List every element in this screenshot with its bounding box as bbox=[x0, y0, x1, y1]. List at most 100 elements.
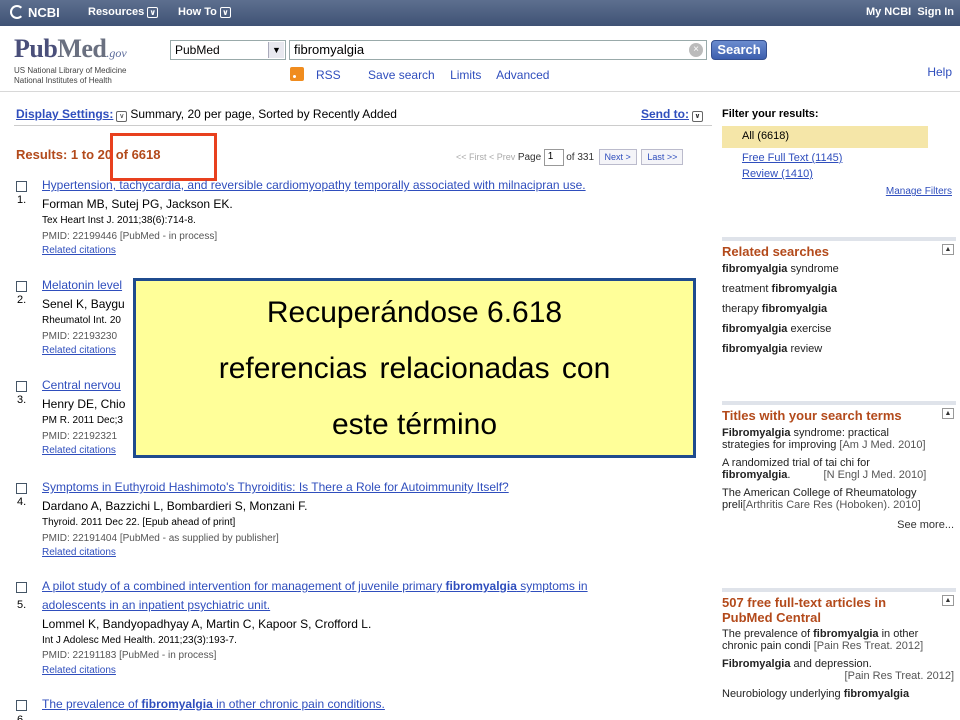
pubmed-logo[interactable]: PubMed.gov US National Library of Medici… bbox=[14, 34, 127, 85]
pmc-item[interactable]: Neurobiology underlying fibromyalgia bbox=[722, 688, 956, 700]
title-highlight: fibromyalgia bbox=[141, 697, 213, 711]
logo-subtitle: US National Library of Medicine National … bbox=[14, 66, 174, 86]
first-page-link: << First bbox=[456, 152, 487, 162]
collapse-icon[interactable]: ▲ bbox=[942, 595, 954, 606]
result-title-link[interactable]: A pilot study of a combined intervention… bbox=[42, 579, 588, 593]
title-text: strategies for improving bbox=[722, 439, 837, 451]
title-text: A randomized trial of tai chi for bbox=[722, 457, 870, 469]
divider bbox=[14, 125, 712, 126]
result-pmid: PMID: 22199446 [PubMed - in process] bbox=[42, 231, 218, 242]
highlight-annotation-box bbox=[110, 133, 217, 181]
result-checkbox[interactable] bbox=[16, 700, 27, 711]
result-authors: Lommel K, Bandyopadhyay A, Martin C, Kap… bbox=[42, 617, 372, 631]
last-page-button[interactable]: Last >> bbox=[641, 149, 684, 165]
result-title-link[interactable]: Symptoms in Euthyroid Hashimoto's Thyroi… bbox=[42, 480, 509, 494]
result-journal: PM R. 2011 Dec;3 bbox=[42, 415, 123, 426]
result-checkbox[interactable] bbox=[16, 483, 27, 494]
page-label: Page bbox=[517, 152, 542, 163]
title-text: in other chronic pain conditions. bbox=[212, 697, 385, 711]
see-more-link[interactable]: See more... bbox=[722, 519, 956, 531]
rss-link[interactable]: RSS bbox=[290, 67, 353, 82]
rss-icon bbox=[290, 67, 304, 81]
account-links: My NCBI Sign In bbox=[866, 6, 954, 18]
related-search-item[interactable]: therapy fibromyalgia bbox=[722, 303, 956, 315]
title-item[interactable]: A randomized trial of tai chi for fibrom… bbox=[722, 457, 956, 481]
result-title-link[interactable]: The prevalence of fibromyalgia in other … bbox=[42, 697, 385, 711]
result-title-link[interactable]: Central nervou bbox=[42, 378, 121, 392]
pmc-highlight: fibromyalgia bbox=[843, 688, 910, 700]
filter-heading: Filter your results: bbox=[722, 108, 819, 120]
save-search-link[interactable]: Save search bbox=[368, 68, 435, 82]
title-highlight: fibromyalgia bbox=[445, 579, 517, 593]
sign-in-link[interactable]: Sign In bbox=[917, 6, 954, 18]
send-to-label: Send to: bbox=[641, 107, 689, 121]
chevron-down-icon[interactable]: ∨ bbox=[116, 111, 128, 122]
logo-pub: Pub bbox=[14, 34, 58, 63]
ncbi-brand-label: NCBI bbox=[28, 5, 60, 20]
result-title-link[interactable]: Hypertension, tachycardia, and reversibl… bbox=[42, 178, 586, 192]
result-checkbox[interactable] bbox=[16, 281, 27, 292]
pmc-item[interactable]: Fibromyalgia and depression. [Pain Res T… bbox=[722, 658, 956, 682]
related-search-item[interactable]: treatment fibromyalgia bbox=[722, 283, 956, 295]
related-citations-link[interactable]: Related citations bbox=[42, 345, 116, 356]
collapse-icon[interactable]: ▲ bbox=[942, 408, 954, 419]
database-select[interactable]: PubMed ▼ bbox=[170, 40, 286, 60]
howto-menu[interactable]: How To ∨ bbox=[178, 6, 231, 18]
pmc-heading: PubMed Central bbox=[722, 610, 821, 625]
related-search-item[interactable]: fibromyalgia review bbox=[722, 343, 956, 355]
next-page-button[interactable]: Next > bbox=[598, 149, 637, 165]
result-title-link[interactable]: Melatonin level bbox=[42, 278, 122, 292]
related-citations-link[interactable]: Related citations bbox=[42, 245, 116, 256]
database-value: PubMed bbox=[175, 43, 220, 57]
logo-gov: .gov bbox=[106, 46, 127, 60]
filter-review[interactable]: Review (1410) bbox=[722, 168, 956, 180]
send-to-menu[interactable]: Send to: ∨ bbox=[641, 107, 706, 122]
related-search-item[interactable]: fibromyalgia exercise bbox=[722, 323, 956, 335]
ncbi-logo[interactable]: NCBI bbox=[10, 5, 60, 20]
result-journal: Tex Heart Inst J. 2011;38(6):714-8. bbox=[42, 215, 196, 226]
related-search-highlight: fibromyalgia bbox=[761, 303, 828, 315]
manage-filters-link[interactable]: Manage Filters bbox=[722, 186, 956, 197]
result-pmid: PMID: 22191183 [PubMed - in process] bbox=[42, 650, 217, 661]
chevron-down-icon: ▼ bbox=[268, 42, 284, 58]
chevron-down-icon: ∨ bbox=[692, 111, 703, 122]
titles-heading: Titles with your search terms bbox=[722, 408, 902, 423]
related-search-item[interactable]: fibromyalgia syndrome bbox=[722, 263, 956, 275]
prev-page-link: < Prev bbox=[489, 152, 516, 162]
advanced-link[interactable]: Advanced bbox=[496, 68, 549, 82]
result-title-link[interactable]: adolescents in an inpatient psychiatric … bbox=[42, 598, 270, 612]
related-citations-link[interactable]: Related citations bbox=[42, 665, 116, 676]
result-pmid: PMID: 22191404 [PubMed - as supplied by … bbox=[42, 533, 279, 544]
page-number-input[interactable]: 1 bbox=[543, 149, 564, 167]
result-number: 3. bbox=[17, 394, 27, 406]
resources-menu[interactable]: Resources ∨ bbox=[88, 6, 159, 18]
filter-free-full-text[interactable]: Free Full Text (1145) bbox=[722, 152, 956, 164]
related-search-highlight: fibromyalgia bbox=[722, 323, 788, 335]
result-checkbox[interactable] bbox=[16, 381, 27, 392]
result-checkbox[interactable] bbox=[16, 582, 27, 593]
related-citations-link[interactable]: Related citations bbox=[42, 547, 116, 558]
collapse-icon[interactable]: ▲ bbox=[942, 244, 954, 255]
display-settings-value: Summary, 20 per page, Sorted by Recently… bbox=[130, 107, 397, 121]
title-item[interactable]: Fibromyalgia syndrome: practical strateg… bbox=[722, 427, 956, 451]
titles-box: Titles with your search terms ▲ Fibromya… bbox=[722, 401, 956, 563]
search-query: fibromyalgia bbox=[294, 42, 365, 57]
pmc-item[interactable]: The prevalence of fibromyalgia in other … bbox=[722, 628, 956, 652]
callout-overlay: Recuperándose 6.618 referencias relacion… bbox=[133, 278, 696, 458]
limits-link[interactable]: Limits bbox=[450, 68, 481, 82]
title-text: A pilot study of a combined intervention… bbox=[42, 579, 446, 593]
result-checkbox[interactable] bbox=[16, 181, 27, 192]
search-header: PubMed .gov US National Library of Medici… bbox=[0, 26, 960, 92]
chevron-down-icon: ∨ bbox=[147, 7, 159, 18]
clear-icon[interactable]: × bbox=[689, 43, 703, 57]
title-item[interactable]: The American College of Rheumatology pre… bbox=[722, 487, 956, 511]
pmc-highlight: fibromyalgia bbox=[813, 628, 879, 640]
search-button[interactable]: Search bbox=[711, 40, 767, 60]
display-settings-link[interactable]: Display Settings: bbox=[16, 107, 113, 121]
filter-all[interactable]: All (6618) bbox=[722, 126, 928, 148]
my-ncbi-link[interactable]: My NCBI bbox=[866, 6, 911, 18]
help-link[interactable]: Help bbox=[927, 65, 952, 79]
search-input[interactable]: fibromyalgia × bbox=[289, 40, 707, 60]
related-citations-link[interactable]: Related citations bbox=[42, 445, 116, 456]
result-authors: Dardano A, Bazzichi L, Bombardieri S, Mo… bbox=[42, 499, 308, 513]
